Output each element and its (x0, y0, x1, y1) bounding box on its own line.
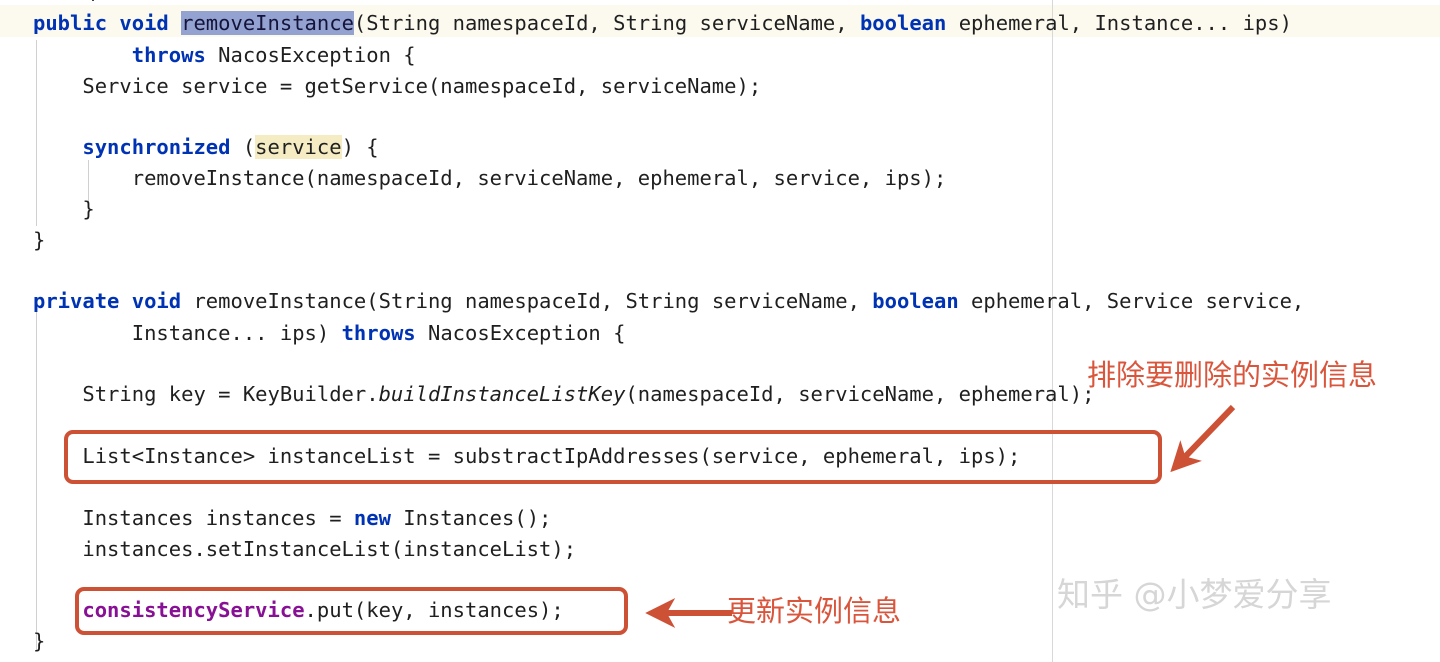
code-text: } (33, 228, 46, 252)
keyword-boolean: boolean (859, 11, 947, 35)
keyword-boolean2: boolean (872, 289, 959, 313)
keyword-synchronized: synchronized (82, 135, 231, 159)
occurrence-highlight[interactable]: service (255, 135, 342, 159)
code-text: instances.setInstanceList(instanceList); (33, 537, 577, 561)
code-editor-surface[interactable]: ; public void removeInstance(String name… (0, 0, 1440, 662)
code-text: removeInstance(String namespaceId, Strin… (181, 289, 873, 313)
code-text: (namespaceId, serviceName, ephemeral); (625, 382, 1095, 406)
code-text: (String namespaceId, String serviceName, (353, 11, 860, 35)
code-text: removeInstance(namespaceId, serviceName,… (33, 166, 947, 190)
keyword-throws: throws (131, 43, 206, 67)
keyword-throws2: throws (341, 321, 416, 345)
code-text: Instances(); (390, 506, 552, 530)
keyword-public: public (33, 11, 108, 35)
code-text: Instances instances = (33, 506, 354, 530)
code-text: Service service = getService(namespaceId… (33, 74, 762, 98)
keyword-private: private (33, 289, 120, 313)
code-line-clipped: ; (88, 0, 100, 6)
static-method-call[interactable]: buildInstanceListKey (379, 382, 626, 406)
code-text: ) { (341, 135, 379, 159)
code-line[interactable]: removeInstance(namespaceId, serviceName,… (0, 163, 947, 193)
code-line[interactable]: } (0, 194, 95, 224)
code-text: NacosException { (205, 43, 416, 67)
code-text: } (33, 197, 95, 221)
code-text: NacosException { (415, 321, 626, 345)
code-text: String key = KeyBuilder. (33, 382, 379, 406)
code-text: List<Instance> instanceList = substractI… (33, 444, 1021, 468)
code-line[interactable]: private void removeInstance(String names… (0, 286, 1304, 316)
keyword-void2: void (131, 289, 182, 313)
code-line[interactable]: Instance... ips) throws NacosException { (0, 318, 626, 348)
field-identifier[interactable]: consistencyService (82, 598, 304, 622)
selected-identifier[interactable]: removeInstance (181, 11, 354, 35)
code-text: } (33, 629, 46, 653)
code-line[interactable]: throws NacosException { (0, 40, 416, 70)
keyword-void: void (119, 11, 169, 35)
code-line[interactable]: } (0, 626, 45, 656)
right-margin-guide (1052, 0, 1053, 662)
code-text: ephemeral, Service service, (958, 289, 1305, 313)
code-text: ephemeral, Instance... ips) (946, 11, 1292, 35)
code-line[interactable]: String key = KeyBuilder.buildInstanceLis… (0, 379, 1094, 409)
code-line[interactable]: Service service = getService(namespaceId… (0, 71, 761, 101)
code-line[interactable]: Instances instances = new Instances(); (0, 503, 551, 533)
code-line[interactable]: } (0, 225, 45, 255)
code-text: .put(key, instances); (304, 598, 564, 622)
code-text: ( (230, 135, 256, 159)
annotation-label-2: 更新实例信息 (727, 594, 902, 628)
code-line[interactable]: synchronized (service) { (0, 132, 379, 162)
code-line-boxed-2[interactable]: consistencyService.put(key, instances); (0, 595, 564, 625)
code-line[interactable]: instances.setInstanceList(instanceList); (0, 534, 576, 564)
annotation-label-1: 排除要删除的实例信息 (1087, 358, 1378, 392)
keyword-new: new (353, 506, 391, 530)
code-line[interactable]: public void removeInstance(String namesp… (0, 8, 1292, 38)
code-line-boxed-1[interactable]: List<Instance> instanceList = substractI… (0, 441, 1020, 471)
code-text: Instance... ips) (131, 321, 342, 345)
watermark: 知乎 @小梦爱分享 (1057, 575, 1332, 614)
